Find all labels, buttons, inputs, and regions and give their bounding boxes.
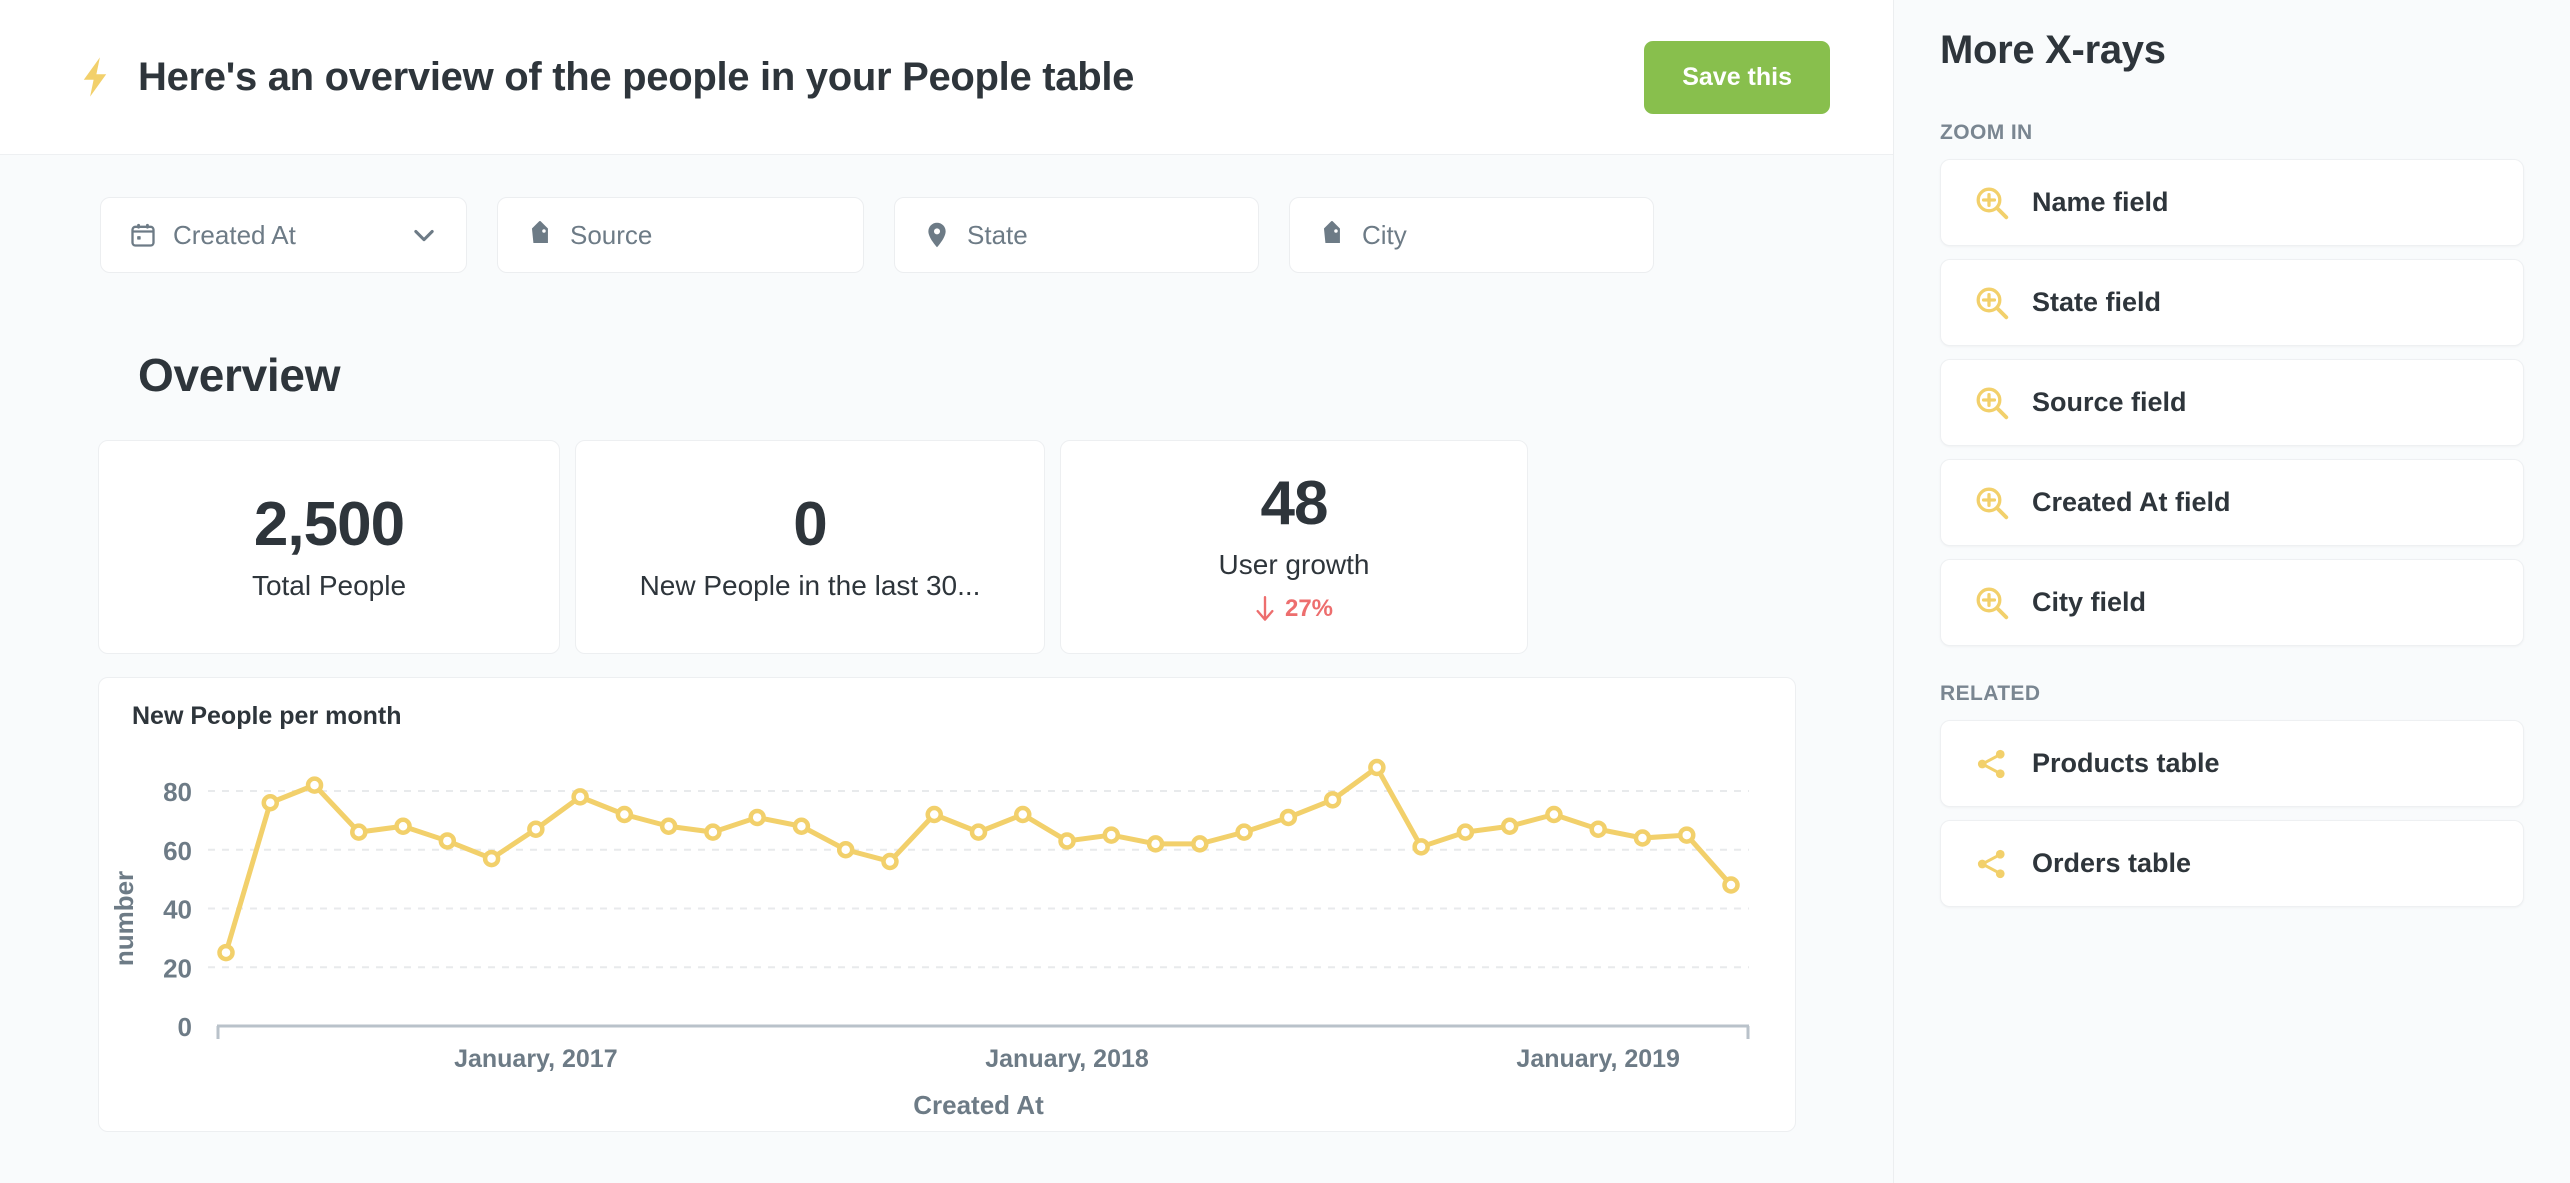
stat-value: 0	[793, 490, 827, 560]
chevron-down-icon[interactable]	[410, 221, 438, 249]
sidebar-item-label: City field	[2032, 587, 2147, 617]
sidebar-item-state-field[interactable]: State field	[1940, 259, 2524, 346]
filter-state[interactable]: State	[894, 197, 1259, 273]
zoom-in-icon	[1976, 387, 2009, 419]
share-network-icon	[1977, 749, 2005, 778]
lightning-bolt-icon	[83, 57, 107, 97]
stats-row: 2,500 Total People 0 New People in the l…	[0, 402, 1893, 654]
delta-value: 27%	[1284, 594, 1334, 622]
stat-card-new-people-30d[interactable]: 0 New People in the last 30...	[575, 440, 1045, 654]
svg-text:80: 80	[163, 777, 192, 807]
page-header: Here's an overview of the people in your…	[0, 0, 1893, 155]
sidebar-item-source-field[interactable]: Source field	[1940, 359, 2524, 446]
svg-text:January, 2019: January, 2019	[1516, 1045, 1680, 1073]
xray-page: Here's an overview of the people in your…	[0, 0, 2570, 1183]
stat-label: User growth	[1218, 548, 1370, 580]
filter-state-label: State	[967, 219, 1028, 250]
more-xrays-sidebar: More X-rays ZOOM IN Name field State fie…	[1893, 0, 2570, 1183]
map-pin-icon	[928, 222, 946, 248]
filter-source[interactable]: Source	[497, 197, 864, 273]
sidebar-item-city-field[interactable]: City field	[1940, 559, 2524, 646]
sidebar-item-products-table[interactable]: Products table	[1940, 720, 2524, 807]
svg-text:January, 2017: January, 2017	[454, 1045, 618, 1073]
zoom-in-icon	[1976, 287, 2009, 319]
arrow-down-icon	[1256, 595, 1274, 621]
filter-bar: Created At Source State City	[0, 155, 1893, 273]
main-content: Here's an overview of the people in your…	[0, 0, 1893, 1183]
status-badge: 27%	[1255, 595, 1333, 623]
sidebar-section-zoom-in-label: ZOOM IN	[1940, 121, 2033, 144]
filter-source-label: Source	[570, 219, 653, 250]
svg-text:0: 0	[178, 1012, 192, 1042]
svg-text:40: 40	[163, 895, 192, 925]
filter-city[interactable]: City	[1289, 197, 1654, 273]
overview-heading: Overview	[138, 349, 341, 401]
page-title: Here's an overview of the people in your…	[138, 54, 1135, 99]
svg-text:60: 60	[163, 836, 192, 866]
stat-label: New People in the last 30...	[639, 569, 981, 601]
zoom-in-icon	[1976, 187, 2009, 219]
sidebar-title: More X-rays	[1940, 28, 2166, 72]
line-chart[interactable]: 0 20 40 60 80 number January, 2017 January, 201…	[99, 678, 1796, 1132]
stat-card-user-growth[interactable]: 48 User growth 27%	[1060, 440, 1528, 654]
calendar-icon	[131, 223, 155, 247]
zoom-in-icon	[1976, 487, 2009, 519]
filter-created-at-label: Created At	[173, 219, 296, 250]
filter-created-at[interactable]: Created At	[100, 197, 467, 273]
sidebar-item-label: Created At field	[2032, 487, 2231, 517]
sidebar-item-label: Source field	[2032, 387, 2187, 417]
sidebar-item-label: State field	[2032, 287, 2162, 317]
sidebar-item-name-field[interactable]: Name field	[1940, 159, 2524, 246]
tag-icon	[531, 221, 548, 243]
sidebar-item-created-at-field[interactable]: Created At field	[1940, 459, 2524, 546]
stat-value: 2,500	[253, 490, 405, 560]
stat-value: 48	[1260, 469, 1329, 539]
svg-text:January, 2018: January, 2018	[985, 1045, 1149, 1073]
sidebar-section-related-label: RELATED	[1940, 682, 2041, 705]
sidebar-item-label: Name field	[2032, 187, 2169, 217]
sidebar-item-label: Products table	[2032, 748, 2220, 778]
filter-city-label: City	[1362, 219, 1407, 250]
zoom-in-icon	[1976, 587, 2009, 619]
tag-icon	[1323, 221, 1340, 243]
svg-text:Created At: Created At	[913, 1090, 1044, 1120]
svg-text:20: 20	[163, 953, 192, 983]
share-network-icon	[1977, 849, 2005, 878]
stat-card-total-people[interactable]: 2,500 Total People	[98, 440, 560, 654]
chart-card-new-people-per-month: New People per month 0 20 40 60 80 number Janu…	[98, 677, 1796, 1132]
stat-label: Total People	[251, 569, 407, 601]
sidebar-item-label: Orders table	[2032, 848, 2192, 878]
svg-text:number: number	[109, 871, 139, 966]
sidebar-item-orders-table[interactable]: Orders table	[1940, 820, 2524, 907]
save-this-button[interactable]: Save this	[1644, 40, 1830, 114]
